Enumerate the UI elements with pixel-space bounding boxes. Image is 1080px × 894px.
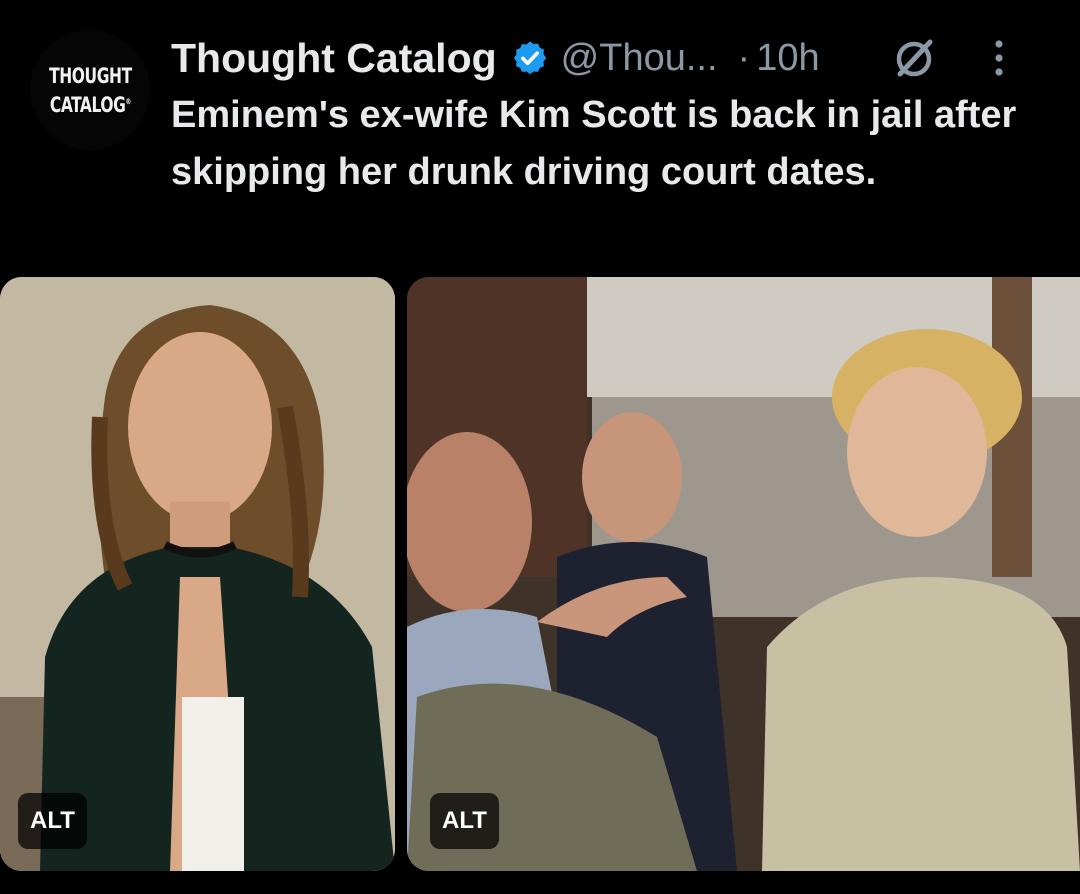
- grok-icon[interactable]: [890, 34, 938, 82]
- post-header: Thought Catalog @Thou... · 10h: [171, 32, 1050, 84]
- post-text: Eminem's ex-wife Kim Scott is back in ja…: [171, 94, 1017, 193]
- post-timestamp[interactable]: 10h: [756, 37, 819, 80]
- woman-portrait-photo: [0, 277, 395, 871]
- account-name[interactable]: Thought Catalog: [171, 35, 497, 82]
- avatar-logo-line-1: THOUGHT: [48, 63, 132, 88]
- post-image-2[interactable]: ALT: [407, 277, 1080, 871]
- courthouse-group-photo: [407, 277, 1080, 871]
- alt-text-badge[interactable]: ALT: [430, 793, 499, 849]
- account-avatar[interactable]: THOUGHT CATALOG®: [30, 30, 150, 150]
- verified-badge-icon: [513, 41, 546, 75]
- separator-dot: ·: [737, 36, 751, 79]
- avatar-logo-line-2: CATALOG®: [49, 92, 131, 117]
- alt-text-badge[interactable]: ALT: [18, 793, 87, 849]
- account-handle[interactable]: @Thou...: [561, 37, 718, 80]
- more-options-icon[interactable]: [992, 38, 1006, 78]
- post-image-1[interactable]: ALT: [0, 277, 395, 871]
